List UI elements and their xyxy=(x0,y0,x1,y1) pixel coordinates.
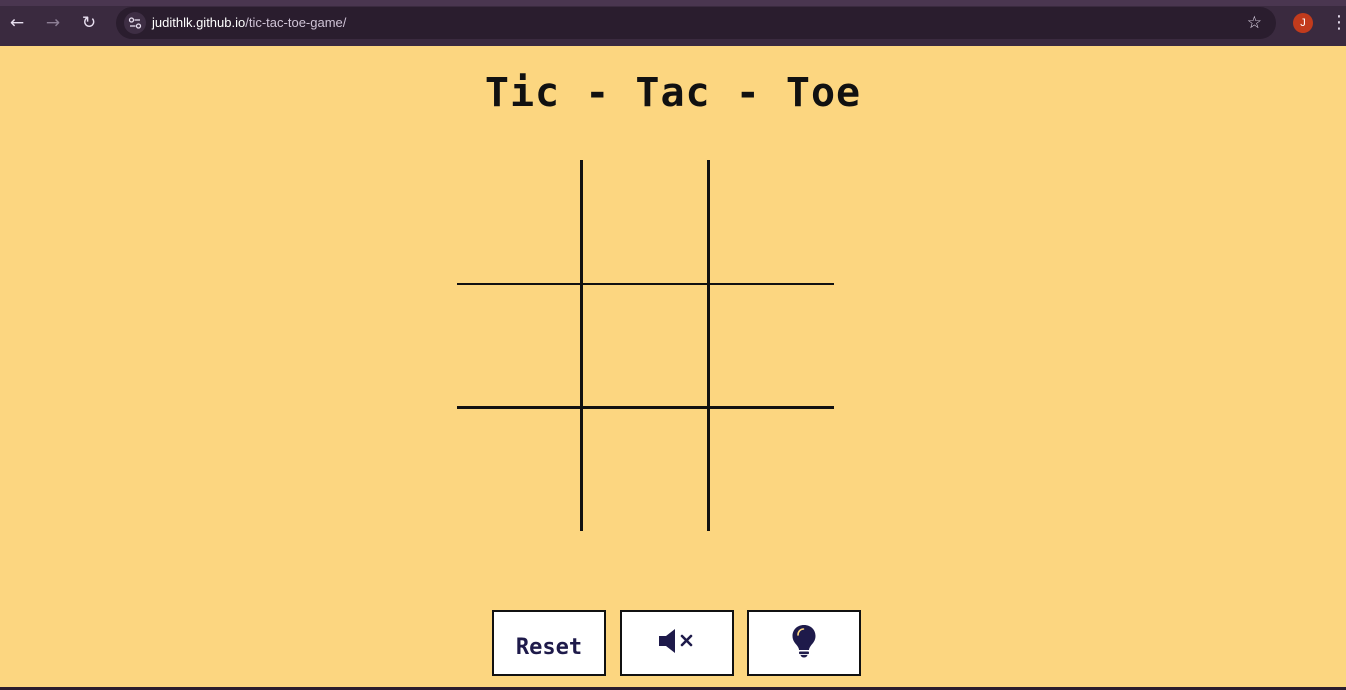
page-title: Tic - Tac - Toe xyxy=(484,70,862,116)
back-arrow-icon[interactable]: ← xyxy=(6,12,28,34)
address-bar[interactable]: judithlk.github.io/tic-tac-toe-game/ ☆ xyxy=(116,7,1276,39)
board-cell-5[interactable] xyxy=(583,285,703,405)
grid-line-vertical-2 xyxy=(707,160,710,531)
reset-button-label: Reset xyxy=(515,634,583,660)
reset-button[interactable]: Reset xyxy=(492,610,606,676)
board-cell-2[interactable] xyxy=(583,160,703,280)
forward-arrow-icon[interactable]: → xyxy=(42,12,64,34)
reload-icon[interactable]: ↻ xyxy=(78,12,100,34)
bookmark-star-icon[interactable]: ☆ xyxy=(1247,12,1262,34)
url-text[interactable]: judithlk.github.io/tic-tac-toe-game/ xyxy=(152,15,346,30)
board-cell-7[interactable] xyxy=(457,409,577,529)
grid-line-vertical-1 xyxy=(580,160,583,531)
grid-line-horizontal-1 xyxy=(457,283,834,285)
site-info-icon[interactable] xyxy=(124,12,146,34)
browser-tab-strip xyxy=(0,0,1346,6)
url-path: /tic-tac-toe-game/ xyxy=(245,15,347,30)
lightbulb-icon xyxy=(791,624,817,662)
profile-avatar[interactable]: J xyxy=(1293,13,1313,33)
board-cell-8[interactable] xyxy=(583,409,703,529)
board-cell-6[interactable] xyxy=(710,285,830,405)
more-menu-icon[interactable]: ⋮ xyxy=(1330,12,1346,34)
board-cell-4[interactable] xyxy=(457,285,577,405)
speaker-muted-icon xyxy=(657,626,697,660)
board-cell-3[interactable] xyxy=(710,160,830,280)
board-cell-9[interactable] xyxy=(710,409,830,529)
hint-button[interactable] xyxy=(747,610,861,676)
board-cell-1[interactable] xyxy=(457,160,577,280)
sound-toggle-button[interactable] xyxy=(620,610,734,676)
browser-toolbar: ← → ↻ judithlk.github.io/tic-tac-toe-gam… xyxy=(0,0,1346,46)
game-board xyxy=(457,160,834,531)
url-host: judithlk.github.io xyxy=(152,15,246,30)
grid-line-horizontal-2 xyxy=(457,406,834,409)
